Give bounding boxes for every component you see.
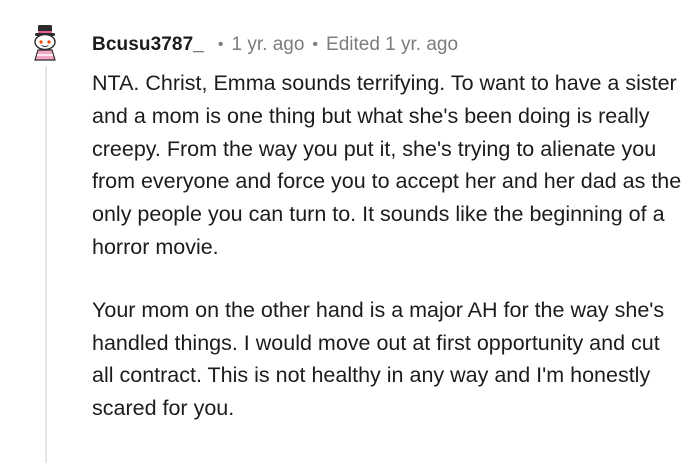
thread-line[interactable] [45,66,47,463]
separator-dot: • [217,36,224,53]
separator-dot: • [312,36,319,53]
comment-body: NTA. Christ, Emma sounds terrifying. To … [92,67,682,425]
comment-paragraph: Your mom on the other hand is a major AH… [92,297,665,421]
comment-header: Bcusu3787_ • 1 yr. ago • Edited 1 yr. ag… [92,31,458,59]
timestamp[interactable]: 1 yr. ago [232,34,305,56]
user-avatar[interactable] [26,24,64,62]
username-link[interactable]: Bcusu3787_ [92,34,204,56]
comment-paragraph: NTA. Christ, Emma sounds terrifying. To … [92,71,682,259]
snoo-avatar-icon [34,25,56,61]
edited-label: Edited 1 yr. ago [326,34,459,55]
